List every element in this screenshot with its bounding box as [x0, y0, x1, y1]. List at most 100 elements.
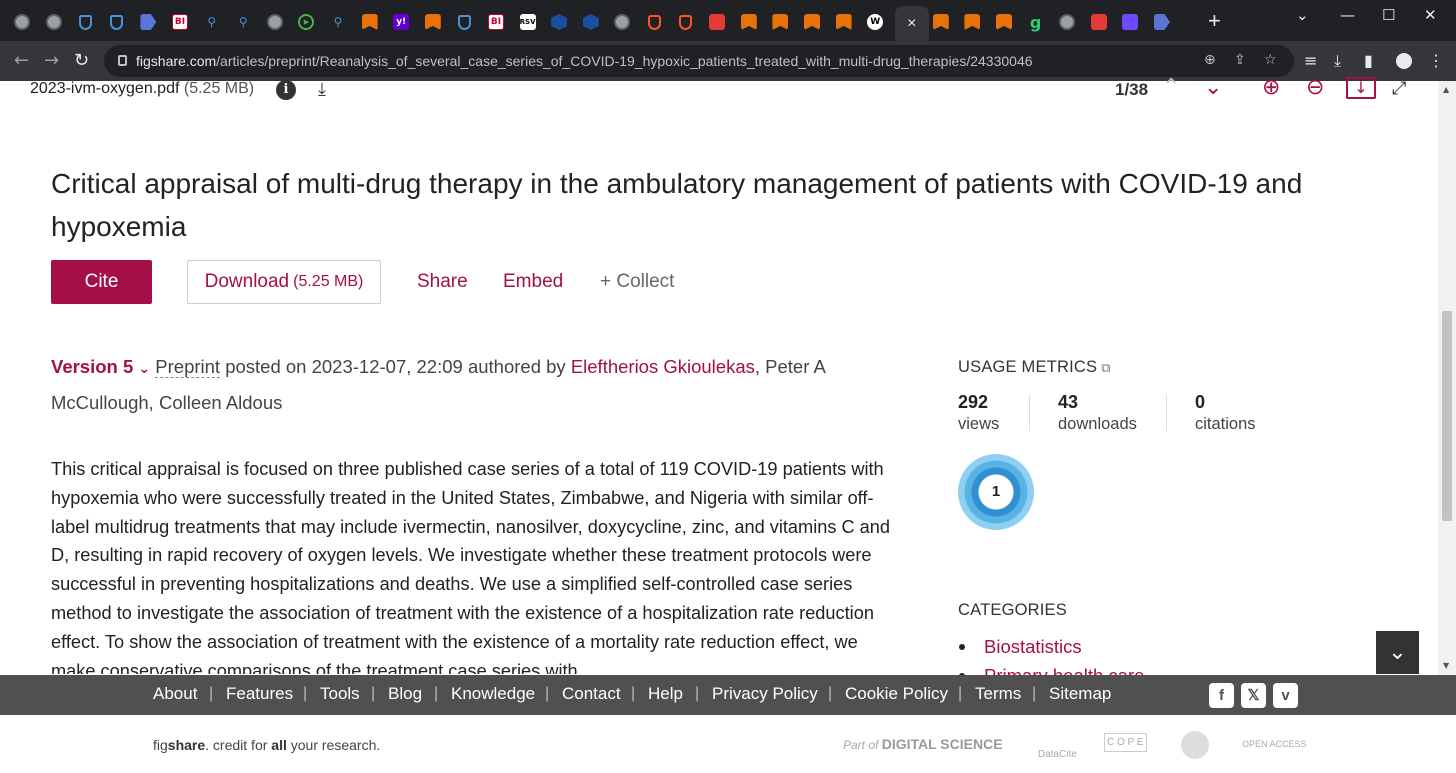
x-twitter-icon[interactable]: 𝕏 [1241, 683, 1266, 708]
cope-logo[interactable]: C O P E [1104, 733, 1147, 752]
download-button[interactable]: Download (5.25 MB) [187, 260, 381, 304]
scrollbar-thumb[interactable] [1442, 311, 1452, 521]
new-tab-button[interactable]: + [1208, 10, 1221, 32]
browser-tab[interactable] [450, 8, 478, 36]
browser-tab[interactable] [1053, 8, 1081, 36]
browser-tab[interactable] [577, 8, 605, 36]
zoom-icon[interactable]: ⊕ [1204, 52, 1216, 68]
scroll-down-arrow-icon[interactable]: ▼ [1443, 661, 1449, 670]
browser-tab[interactable] [8, 8, 36, 36]
version-selector[interactable]: Version 5 [51, 356, 133, 377]
maximize-button[interactable]: ☐ [1382, 6, 1395, 24]
cite-button[interactable]: Cite [51, 260, 152, 304]
browser-tab[interactable]: ⚲ [198, 8, 226, 36]
menu-icon[interactable]: ⋮ [1428, 51, 1444, 70]
browser-tab[interactable] [608, 8, 636, 36]
usage-metrics-heading[interactable]: USAGE METRICS ⧉ [958, 358, 1111, 377]
browser-tab[interactable] [958, 8, 986, 36]
footer-link-tools[interactable]: Tools [320, 684, 360, 704]
category-link[interactable]: Biostatistics [958, 632, 1144, 661]
core-trust-seal-icon[interactable] [1181, 731, 1209, 759]
browser-tab[interactable] [672, 8, 700, 36]
browser-tab[interactable] [134, 8, 162, 36]
browser-tab[interactable] [1116, 8, 1144, 36]
chevron-down-icon[interactable]: ⌄ [138, 361, 150, 377]
active-tab[interactable]: × [894, 6, 929, 41]
footer-link-about[interactable]: About [153, 684, 197, 704]
browser-tab[interactable] [261, 8, 289, 36]
browser-tab[interactable] [419, 8, 447, 36]
browser-tab[interactable] [1148, 8, 1176, 36]
footer-link-privacy-policy[interactable]: Privacy Policy [712, 684, 818, 704]
browser-tab[interactable]: ⚲ [229, 8, 257, 36]
zoom-out-icon[interactable]: ⊖ [1306, 75, 1324, 100]
reading-list-icon[interactable]: ≡ [1304, 51, 1317, 70]
side-panel-icon[interactable]: ▮ [1364, 51, 1373, 70]
zoom-in-icon[interactable]: ⊕ [1262, 75, 1280, 100]
page-scrollbar[interactable]: ▲ ▼ [1438, 81, 1456, 675]
browser-tab[interactable]: BI [166, 8, 194, 36]
open-access-logo[interactable]: OPEN ACCESS [1242, 739, 1307, 749]
footer-link-features[interactable]: Features [226, 684, 293, 704]
facebook-icon[interactable]: f [1209, 683, 1234, 708]
browser-tab[interactable]: g [1022, 8, 1050, 36]
browser-tab[interactable]: ⚲ [324, 8, 352, 36]
scroll-up-arrow-icon[interactable]: ▲ [1443, 85, 1449, 94]
share-icon[interactable]: ⇪ [1234, 52, 1246, 68]
footer-link-knowledge[interactable]: Knowledge [451, 684, 535, 704]
previous-page-icon[interactable]: ⌃ [1162, 75, 1180, 100]
url-text[interactable]: figshare.com/articles/preprint/Reanalysi… [136, 53, 1033, 69]
author-link[interactable]: Eleftherios Gkioulekas [571, 356, 755, 377]
scroll-down-button[interactable]: ⌄ [1376, 631, 1419, 674]
footer-link-contact[interactable]: Contact [562, 684, 621, 704]
footer-link-cookie-policy[interactable]: Cookie Policy [845, 684, 948, 704]
browser-tab[interactable] [640, 8, 668, 36]
browser-tab[interactable] [103, 8, 131, 36]
address-bar[interactable]: figshare.com/articles/preprint/Reanalysi… [104, 45, 1294, 77]
forward-button[interactable]: → [44, 50, 59, 71]
digital-science-logo[interactable]: Part of DIGITAL SCIENCE [843, 736, 1003, 752]
browser-tab[interactable]: ▶ [292, 8, 320, 36]
vimeo-icon[interactable]: v [1273, 683, 1298, 708]
browser-tab[interactable] [830, 8, 858, 36]
footer-link-help[interactable]: Help [648, 684, 683, 704]
chevron-down-icon[interactable]: ⌄ [1296, 6, 1309, 24]
datacite-logo[interactable]: DataCite [1038, 749, 1077, 760]
browser-tab[interactable] [990, 8, 1018, 36]
embed-link[interactable]: Embed [503, 271, 563, 293]
browser-tab[interactable] [703, 8, 731, 36]
collect-link[interactable]: + Collect [600, 271, 674, 293]
save-pdf-icon[interactable]: ↓ [1346, 77, 1376, 99]
browser-tab[interactable]: W [861, 8, 889, 36]
bookmark-star-icon[interactable]: ☆ [1264, 52, 1277, 68]
share-link[interactable]: Share [417, 271, 468, 293]
browser-tab[interactable] [71, 8, 99, 36]
fullscreen-icon[interactable]: ⤢ [1392, 78, 1406, 99]
pdf-download-icon[interactable]: ⤓ [318, 79, 326, 100]
close-tab-icon[interactable]: × [907, 15, 916, 33]
footer-link-terms[interactable]: Terms [975, 684, 1021, 704]
browser-tab[interactable] [356, 8, 384, 36]
browser-tab[interactable] [1085, 8, 1113, 36]
browser-tab[interactable] [545, 8, 573, 36]
browser-tab[interactable]: y! [387, 8, 415, 36]
profile-avatar[interactable] [1396, 53, 1412, 69]
info-icon[interactable]: i [276, 80, 296, 100]
back-button[interactable]: ← [14, 50, 29, 71]
footer-link-blog[interactable]: Blog [388, 684, 422, 704]
close-window-button[interactable]: ✕ [1424, 6, 1437, 24]
footer-link-sitemap[interactable]: Sitemap [1049, 684, 1111, 704]
browser-tab[interactable] [40, 8, 68, 36]
browser-tab[interactable]: BI [482, 8, 510, 36]
reload-button[interactable]: ↻ [74, 50, 89, 71]
altmetric-badge[interactable]: 1 [958, 454, 1034, 530]
browser-tab[interactable] [927, 8, 955, 36]
browser-tab[interactable] [798, 8, 826, 36]
browser-tab[interactable] [735, 8, 763, 36]
browser-tab[interactable] [766, 8, 794, 36]
next-page-icon[interactable]: ⌄ [1204, 75, 1222, 100]
minimize-button[interactable]: — [1340, 6, 1355, 24]
downloads-icon[interactable]: ⤓ [1334, 51, 1341, 71]
browser-tab[interactable]: RSV [514, 8, 542, 36]
item-type[interactable]: Preprint [155, 356, 221, 378]
